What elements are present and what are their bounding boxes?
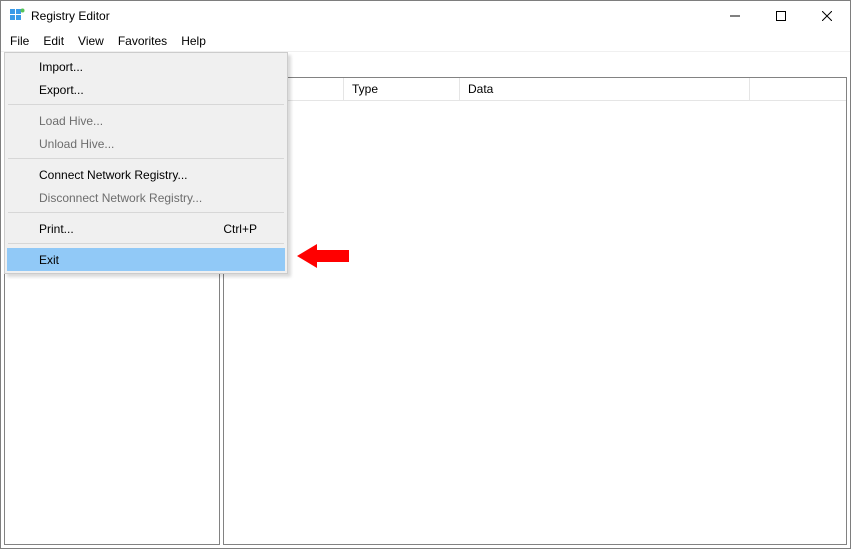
menu-favorites[interactable]: Favorites <box>111 33 174 49</box>
menu-item-label: Export... <box>39 83 84 97</box>
menu-item-label: Print... <box>39 222 74 236</box>
menubar: File Edit View Favorites Help <box>1 31 850 51</box>
file-menu-exit[interactable]: Exit <box>7 248 285 271</box>
registry-editor-window: Registry Editor File Edit View Favorites… <box>0 0 851 549</box>
menu-separator <box>8 212 284 213</box>
window-title: Registry Editor <box>31 9 712 23</box>
menu-item-shortcut: Ctrl+P <box>223 222 257 236</box>
menu-separator <box>8 243 284 244</box>
menu-view[interactable]: View <box>71 33 111 49</box>
menu-item-label: Unload Hive... <box>39 137 114 151</box>
titlebar: Registry Editor <box>1 1 850 31</box>
list-column-headers: Name Type Data <box>224 78 846 101</box>
menu-help[interactable]: Help <box>174 33 213 49</box>
file-menu-load-hive: Load Hive... <box>7 109 285 132</box>
app-icon <box>9 8 25 24</box>
file-menu-import[interactable]: Import... <box>7 55 285 78</box>
window-controls <box>712 1 850 31</box>
menu-separator <box>8 158 284 159</box>
close-button[interactable] <box>804 1 850 31</box>
file-menu-disconnect-network-registry: Disconnect Network Registry... <box>7 186 285 209</box>
minimize-button[interactable] <box>712 1 758 31</box>
menu-edit[interactable]: Edit <box>36 33 71 49</box>
file-menu-connect-network-registry[interactable]: Connect Network Registry... <box>7 163 285 186</box>
file-menu-unload-hive: Unload Hive... <box>7 132 285 155</box>
menu-item-label: Connect Network Registry... <box>39 168 188 182</box>
menu-file[interactable]: File <box>3 33 36 49</box>
file-menu-export[interactable]: Export... <box>7 78 285 101</box>
menu-item-label: Exit <box>39 253 59 267</box>
menu-item-label: Disconnect Network Registry... <box>39 191 202 205</box>
menu-separator <box>8 104 284 105</box>
column-header-type[interactable]: Type <box>344 78 460 100</box>
file-menu-dropdown: Import... Export... Load Hive... Unload … <box>4 52 288 274</box>
menu-item-label: Import... <box>39 60 83 74</box>
column-header-data[interactable]: Data <box>460 78 750 100</box>
registry-list-pane[interactable]: Name Type Data <box>223 77 847 545</box>
maximize-button[interactable] <box>758 1 804 31</box>
file-menu-print[interactable]: Print... Ctrl+P <box>7 217 285 240</box>
menu-item-label: Load Hive... <box>39 114 103 128</box>
